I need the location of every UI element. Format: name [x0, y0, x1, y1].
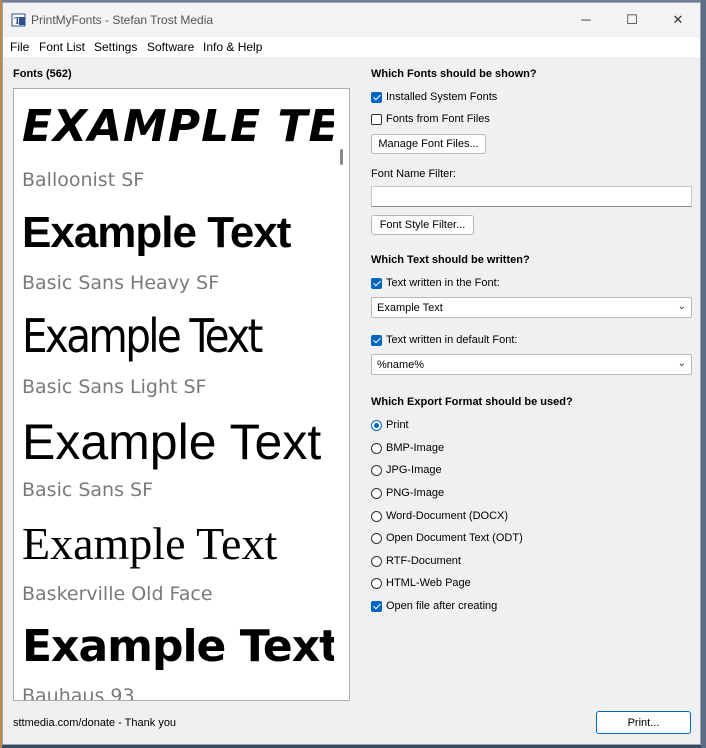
fonts-count-heading: Fonts (562)	[13, 68, 72, 80]
checkbox-checked-icon	[371, 277, 382, 289]
radio-icon	[371, 487, 382, 499]
radio-label: Word-Document (DOCX)	[386, 510, 509, 522]
chevron-down-icon: ⌄	[677, 358, 686, 369]
chevron-down-icon: ⌄	[677, 301, 686, 312]
format-radio-html[interactable]: HTML-Web Page	[371, 576, 471, 590]
text-written-heading: Which Text should be written?	[371, 254, 530, 266]
minimize-icon: ─	[581, 12, 591, 27]
print-button[interactable]: Print...	[596, 711, 691, 734]
export-format-heading: Which Export Format should be used?	[371, 396, 573, 408]
font-name: Balloonist SF	[22, 169, 145, 191]
font-files-checkbox[interactable]: Fonts from Font Files	[371, 112, 490, 126]
checkbox-unchecked-icon	[371, 113, 382, 125]
donate-link[interactable]: sttmedia.com/donate - Thank you	[13, 717, 176, 729]
select-value: Example Text	[377, 301, 443, 314]
open-after-creating-checkbox[interactable]: Open file after creating	[371, 599, 497, 613]
menu-software[interactable]: Software	[147, 40, 194, 54]
format-radio-odt[interactable]: Open Document Text (ODT)	[371, 531, 523, 545]
menu-file[interactable]: File	[10, 40, 29, 54]
maximize-icon: ☐	[626, 11, 638, 27]
menu-font-list[interactable]: Font List	[39, 40, 85, 54]
radio-icon	[371, 532, 382, 544]
radio-icon	[371, 577, 382, 589]
checkbox-checked-icon	[371, 334, 382, 346]
radio-label: BMP-Image	[386, 442, 445, 454]
text-default-font-checkbox[interactable]: Text written in default Font:	[371, 333, 517, 347]
radio-label: HTML-Web Page	[386, 577, 471, 589]
format-radio-jpg[interactable]: JPG-Image	[371, 463, 442, 477]
checkbox-label: Open file after creating	[386, 600, 498, 612]
format-radio-png[interactable]: PNG-Image	[371, 486, 444, 500]
close-icon: ✕	[672, 11, 684, 27]
checkbox-label: Fonts from Font Files	[386, 113, 490, 125]
format-radio-rtf[interactable]: RTF-Document	[371, 554, 461, 568]
format-radio-docx[interactable]: Word-Document (DOCX)	[371, 509, 508, 523]
font-sample: Example Text	[22, 208, 291, 257]
font-name: Basic Sans SF	[22, 479, 154, 501]
checkbox-checked-icon	[371, 91, 382, 103]
installed-fonts-checkbox[interactable]: Installed System Fonts	[371, 90, 497, 104]
radio-label: PNG-Image	[386, 487, 445, 499]
scrollbar-thumb[interactable]	[340, 149, 343, 165]
title-bar[interactable]: T PrintMyFonts - Stefan Trost Media ─ ☐ …	[3, 3, 700, 36]
font-name: Bauhaus 93	[22, 685, 135, 701]
radio-label: Print	[386, 419, 409, 431]
font-style-filter-button[interactable]: Font Style Filter...	[371, 215, 474, 235]
app-logo-icon: T	[11, 13, 26, 27]
font-sample: Example Text	[22, 309, 263, 363]
font-sample: EXAMPLE TEXT	[22, 101, 349, 152]
checkbox-label: Installed System Fonts	[386, 91, 498, 103]
font-sample: Example Text	[22, 414, 322, 470]
font-name: Baskerville Old Face	[22, 583, 213, 605]
radio-icon	[371, 442, 382, 454]
checkbox-checked-icon	[371, 600, 382, 612]
font-name-filter-input[interactable]	[371, 186, 692, 207]
font-name: Basic Sans Heavy SF	[22, 272, 220, 294]
maximize-button[interactable]: ☐	[609, 3, 655, 36]
font-preview-list[interactable]: EXAMPLE TEXT Balloonist SF Example Text …	[13, 88, 350, 701]
minimize-button[interactable]: ─	[563, 3, 609, 36]
font-sample: Example Text	[22, 621, 340, 672]
manage-font-files-button[interactable]: Manage Font Files...	[371, 134, 486, 154]
checkbox-label: Text written in default Font:	[386, 334, 518, 346]
text-in-font-select[interactable]: Example Text ⌄	[371, 297, 692, 318]
format-radio-bmp[interactable]: BMP-Image	[371, 441, 444, 455]
radio-label: JPG-Image	[386, 464, 442, 476]
font-name-filter-label: Font Name Filter:	[371, 168, 456, 180]
checkbox-label: Text written in the Font:	[386, 277, 500, 289]
select-value: %name%	[377, 358, 425, 371]
radio-label: Open Document Text (ODT)	[386, 532, 523, 544]
radio-selected-icon	[371, 419, 382, 431]
text-in-font-checkbox[interactable]: Text written in the Font:	[371, 276, 500, 290]
radio-icon	[371, 510, 382, 522]
text-default-font-select[interactable]: %name% ⌄	[371, 354, 692, 375]
app-window: T PrintMyFonts - Stefan Trost Media ─ ☐ …	[2, 2, 701, 745]
font-sample: Example Text	[22, 518, 278, 569]
fonts-shown-heading: Which Fonts should be shown?	[371, 68, 537, 80]
desktop-edge-right	[701, 0, 706, 748]
menu-bar: File Font List Settings Software Info & …	[3, 37, 700, 57]
menu-info-help[interactable]: Info & Help	[203, 40, 262, 54]
radio-label: RTF-Document	[386, 555, 461, 567]
format-radio-print[interactable]: Print	[371, 418, 409, 432]
window-title: PrintMyFonts - Stefan Trost Media	[31, 13, 214, 27]
font-list-scrollbar[interactable]	[334, 89, 349, 700]
menu-settings[interactable]: Settings	[94, 40, 137, 54]
font-name: Basic Sans Light SF	[22, 376, 207, 398]
radio-icon	[371, 464, 382, 476]
radio-icon	[371, 555, 382, 567]
close-button[interactable]: ✕	[655, 3, 701, 36]
